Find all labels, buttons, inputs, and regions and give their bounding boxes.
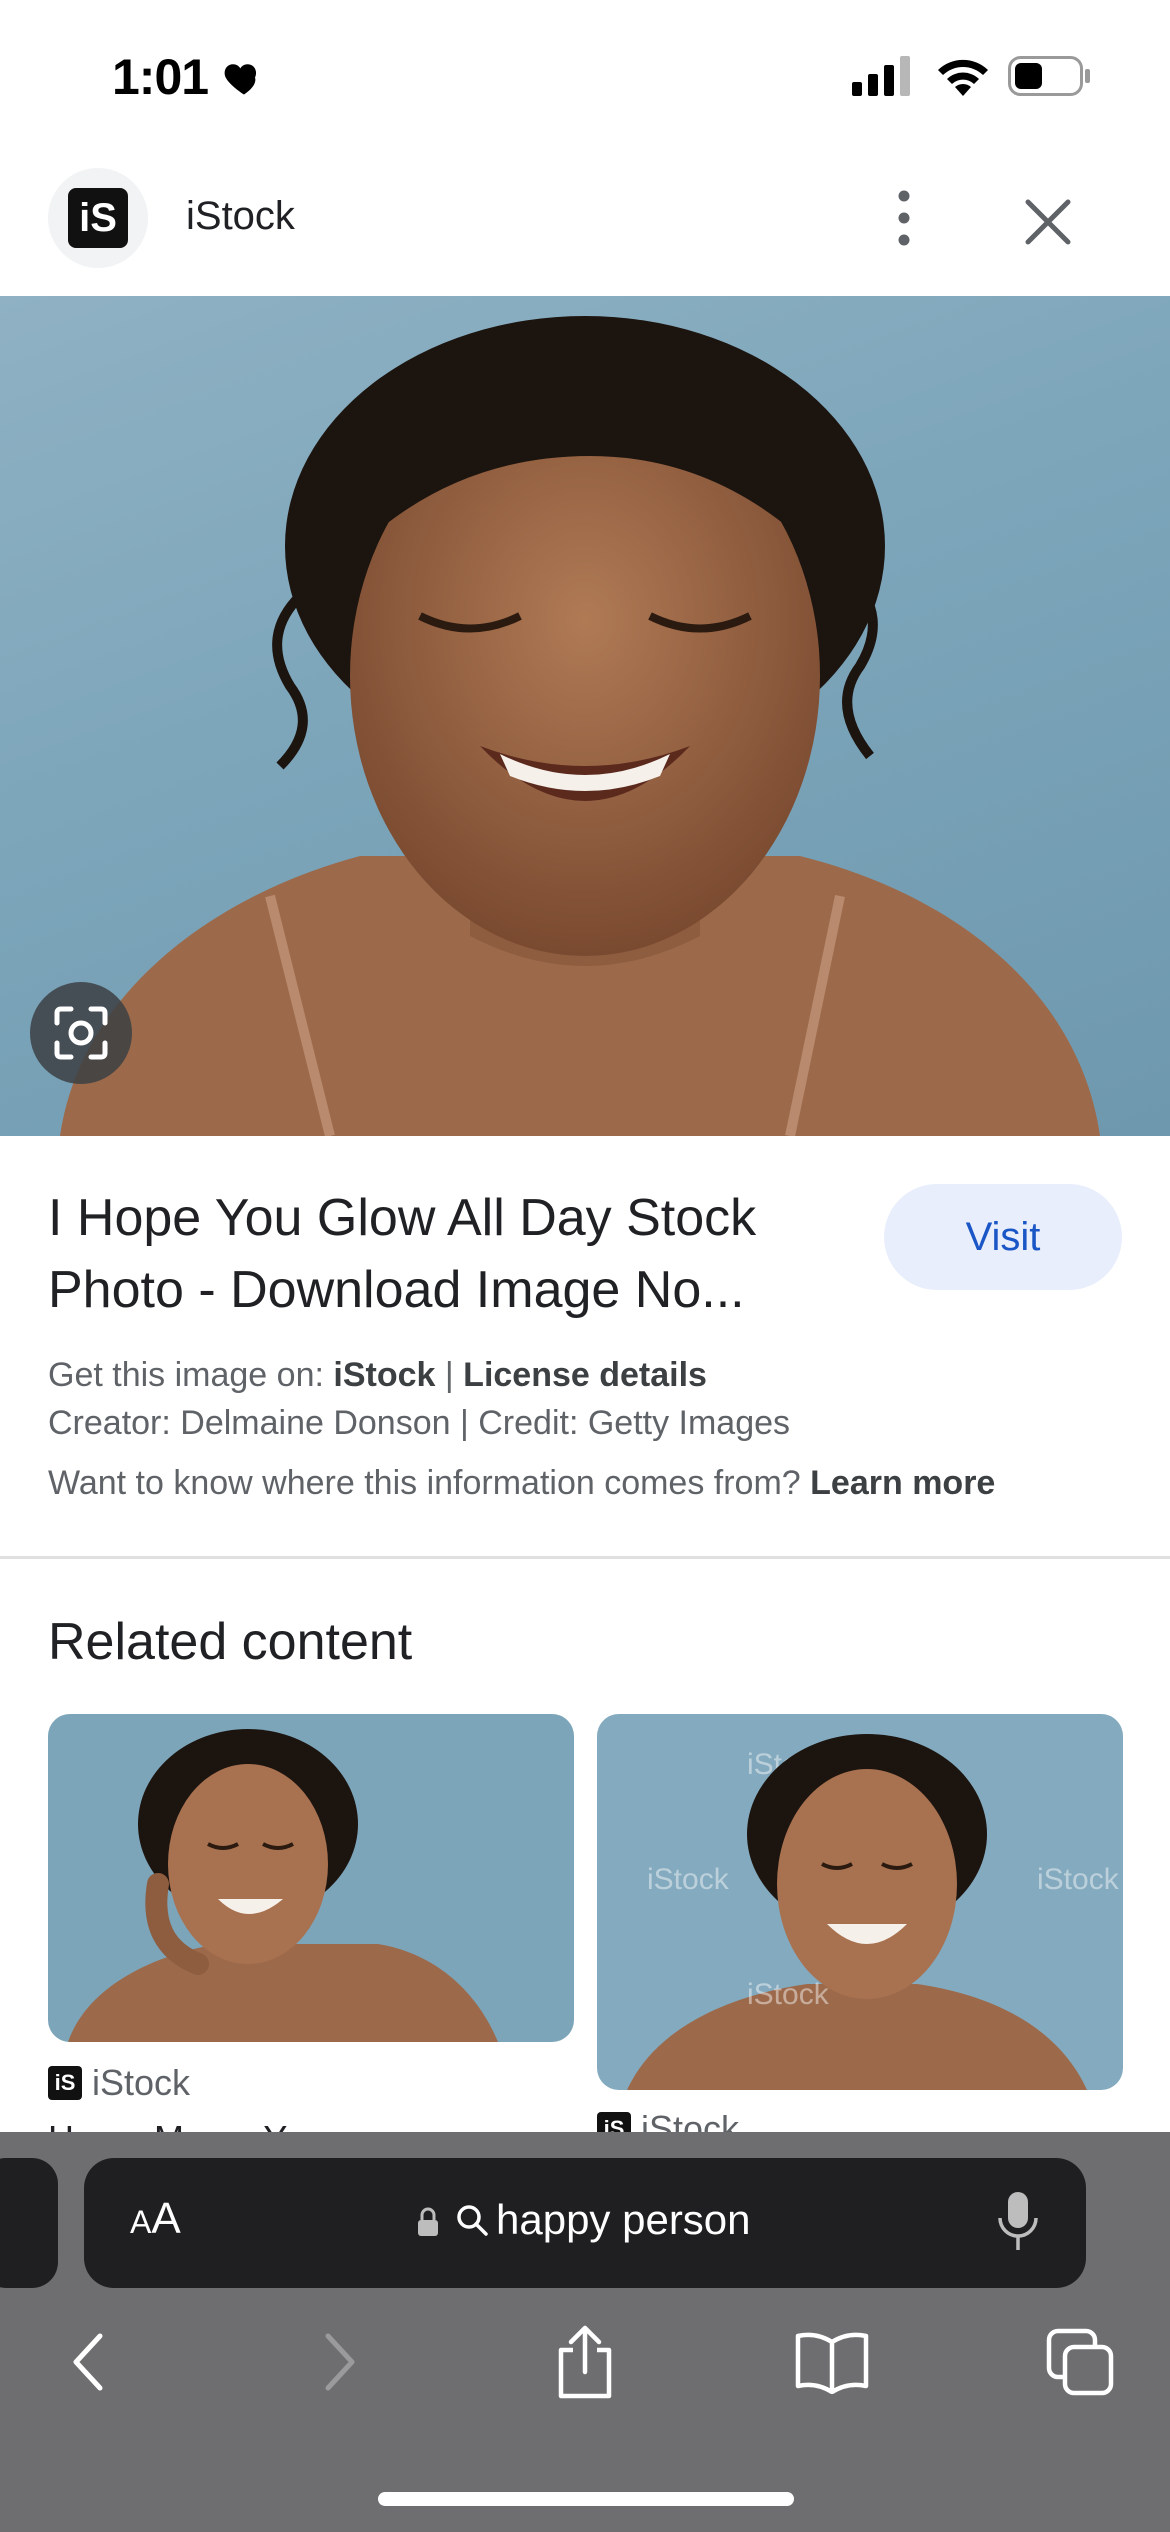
home-indicator[interactable] bbox=[378, 2492, 794, 2506]
previous-tab-peek[interactable] bbox=[0, 2158, 58, 2288]
search-icon bbox=[457, 2205, 488, 2236]
watermark: iStock bbox=[1037, 1863, 1120, 1896]
creator-credit-line: Creator: Delmaine Donson | Credit: Getty… bbox=[48, 1404, 791, 1442]
search-query[interactable]: happy person bbox=[496, 2196, 751, 2244]
istock-logo-icon: iS bbox=[68, 188, 128, 248]
site-name[interactable]: iStock bbox=[186, 194, 295, 239]
tabs-icon bbox=[1046, 2328, 1114, 2396]
result-title[interactable]: I Hope You Glow All Day Stock Photo - Do… bbox=[48, 1182, 848, 1326]
reader-settings-button[interactable]: AA bbox=[130, 2194, 181, 2244]
separator: | bbox=[444, 1356, 454, 1394]
bookmarks-button[interactable] bbox=[792, 2320, 872, 2404]
source-line: Get this image on: iStock | License deta… bbox=[48, 1356, 707, 1395]
learn-more-link[interactable]: Learn more bbox=[810, 1464, 995, 1502]
lock-icon bbox=[418, 2207, 438, 2236]
source-link[interactable]: iStock bbox=[333, 1356, 435, 1394]
watermark: iStock bbox=[647, 1863, 730, 1896]
site-logo[interactable]: iS bbox=[48, 168, 148, 268]
back-button[interactable] bbox=[48, 2320, 128, 2404]
related-content-heading: Related content bbox=[48, 1613, 413, 1671]
woman-portrait-thumbnail bbox=[48, 1714, 574, 2042]
more-options-icon[interactable] bbox=[880, 186, 928, 250]
book-icon bbox=[795, 2332, 869, 2394]
watermark: iStock bbox=[747, 1978, 830, 2011]
visit-button[interactable]: Visit bbox=[884, 1184, 1122, 1290]
info-question: Want to know where this information come… bbox=[48, 1464, 801, 1502]
chevron-right-icon bbox=[325, 2333, 355, 2391]
battery-icon bbox=[1008, 56, 1090, 96]
wifi-icon bbox=[938, 59, 988, 96]
related-thumbnail-1[interactable] bbox=[48, 1714, 574, 2042]
woman-portrait-thumbnail: iStock iStock iStock iStock bbox=[597, 1714, 1123, 2090]
google-lens-button[interactable] bbox=[30, 982, 132, 1084]
section-divider bbox=[0, 1556, 1170, 1559]
related-thumbnail-2[interactable]: iStock iStock iStock iStock bbox=[597, 1714, 1123, 2090]
cellular-signal-icon bbox=[852, 56, 910, 96]
status-time: 1:01 bbox=[112, 49, 209, 105]
get-image-prefix: Get this image on: bbox=[48, 1356, 324, 1394]
related-source-label: iStock bbox=[92, 2062, 191, 2103]
heart-icon bbox=[224, 64, 257, 95]
license-details-link[interactable]: License details bbox=[463, 1356, 707, 1394]
close-icon[interactable] bbox=[1016, 190, 1080, 254]
microphone-icon[interactable] bbox=[996, 2190, 1040, 2254]
info-source-line: Want to know where this information come… bbox=[48, 1464, 995, 1503]
istock-logo-icon: iS bbox=[48, 2066, 82, 2100]
share-icon bbox=[558, 2325, 612, 2399]
forward-button[interactable] bbox=[300, 2320, 380, 2404]
share-button[interactable] bbox=[545, 2320, 625, 2404]
related-source-1: iS iStock bbox=[48, 2062, 190, 2104]
tabs-button[interactable] bbox=[1040, 2320, 1120, 2404]
woman-portrait-illustration bbox=[60, 316, 1100, 1136]
chevron-left-icon bbox=[73, 2333, 103, 2391]
result-image[interactable] bbox=[0, 296, 1170, 1136]
lens-scan-icon bbox=[54, 1006, 108, 1060]
